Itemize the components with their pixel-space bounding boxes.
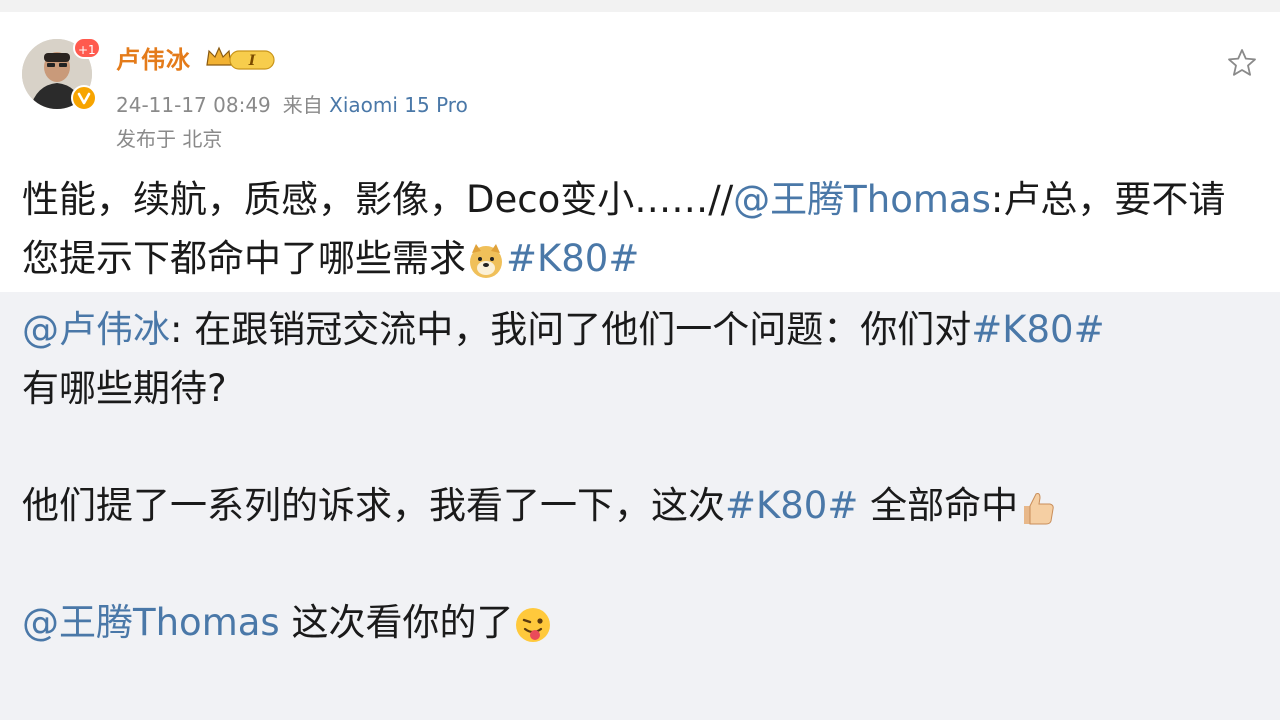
retweet-hashtag-2[interactable]: #K80# [725, 484, 858, 527]
post-meta: 24-11-17 08:49 来自 Xiaomi 15 Pro [116, 89, 468, 118]
post-location: 发布于 北京 [116, 127, 223, 151]
thumbs-up-emoji [1024, 492, 1054, 524]
mention-link[interactable]: @王腾Thomas [733, 178, 991, 221]
post-time[interactable]: 24-11-17 08:49 [116, 93, 271, 117]
vip-level: I [248, 53, 256, 69]
retweet-para2-end: 全部命中 [858, 484, 1019, 527]
star-outline-icon[interactable] [1226, 47, 1258, 79]
vip-crown-badge: I [206, 46, 275, 70]
post-body: 性能，续航，质感，影像，Deco变小……//@王腾Thomas:卢总，要不请您提… [22, 170, 1262, 288]
author-name[interactable]: 卢伟冰 [116, 40, 191, 75]
retweet-mention-2[interactable]: @王腾Thomas [22, 601, 280, 644]
retweet-line-1: @卢伟冰: 在跟销冠交流中，我问了他们一个问题：你们对#K80# [22, 300, 1262, 359]
source-prefix: 来自 [282, 93, 323, 117]
tongue-out-emoji [516, 607, 551, 642]
verified-icon [71, 85, 97, 111]
notification-count-badge: +1 [73, 37, 101, 59]
doge-emoji [470, 243, 502, 278]
retweet-para3-text: 这次看你的了 [279, 601, 514, 644]
retweet-paragraph-2: 他们提了一系列的诉求，我看了一下，这次#K80# 全部命中 [22, 476, 1262, 535]
retweet-line-2: 有哪些期待? [22, 367, 227, 410]
retweet-body: @卢伟冰: 在跟销冠交流中，我问了他们一个问题：你们对#K80# 有哪些期待? … [22, 300, 1262, 652]
retweet-author-mention[interactable]: @卢伟冰 [22, 308, 170, 351]
hashtag-link[interactable]: #K80# [506, 237, 639, 280]
top-divider [0, 0, 1280, 12]
retweet-para2-start: 他们提了一系列的诉求，我看了一下，这次 [22, 484, 725, 527]
post-text-part1: 性能，续航，质感，影像，Deco变小……// [22, 178, 734, 221]
retweet-hashtag-1[interactable]: #K80# [971, 308, 1104, 351]
source-link[interactable]: Xiaomi 15 Pro [329, 93, 468, 117]
retweet-line1-text: : 在跟销冠交流中，我问了他们一个问题：你们对 [170, 308, 972, 351]
retweet-paragraph-3: @王腾Thomas 这次看你的了 [22, 593, 1262, 652]
